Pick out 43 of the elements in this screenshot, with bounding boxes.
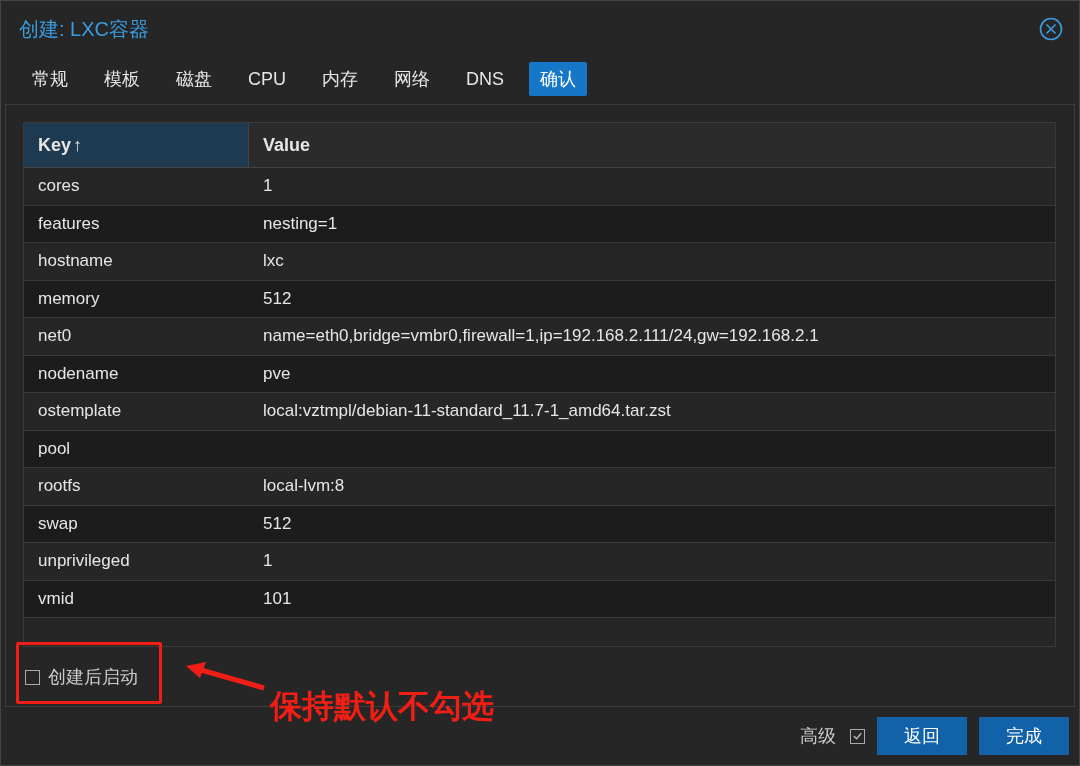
annotation-text: 保持默认不勾选 — [270, 687, 494, 726]
dialog-button[interactable]: 返回 — [877, 717, 967, 755]
tab[interactable]: CPU — [237, 63, 297, 95]
table-cell: local-lvm:8 — [263, 476, 345, 497]
advanced-checkbox[interactable] — [850, 728, 865, 744]
table-cell: 1 — [263, 176, 273, 197]
table-cell: pool — [38, 438, 71, 459]
tab[interactable]: 常规 — [21, 62, 79, 96]
table-cell: memory — [38, 288, 100, 309]
table-cell: 512 — [263, 288, 292, 309]
table-cell: hostname — [38, 251, 113, 272]
table-cell: 1 — [263, 551, 273, 572]
table-cell: name=eth0,bridge=vmbr0,firewall=1,ip=192.168.2.111/24,gw=192.168.2.1 — [263, 326, 819, 347]
table-cell: rootfs — [38, 476, 81, 497]
table-cell: pve — [263, 363, 291, 384]
table-cell: nesting=1 — [263, 213, 338, 234]
table-cell: unprivileged — [38, 551, 130, 572]
tab[interactable]: 模板 — [93, 62, 151, 96]
tab[interactable]: DNS — [455, 63, 516, 95]
table-cell: nodename — [38, 363, 119, 384]
table-cell: vmid — [38, 588, 74, 609]
tab[interactable]: 确认 — [529, 62, 588, 96]
table-cell: 512 — [263, 513, 292, 534]
tab[interactable]: 内存 — [311, 62, 369, 96]
dialog-button[interactable]: 完成 — [979, 717, 1069, 755]
checkbox[interactable] — [25, 669, 40, 685]
close-icon[interactable] — [1039, 17, 1063, 41]
table-cell: net0 — [38, 326, 72, 347]
table-cell: swap — [38, 513, 78, 534]
tab[interactable]: 网络 — [383, 62, 441, 96]
checkbox-label: 创建后启动 — [48, 666, 138, 689]
sort-arrow-icon: ↑ — [73, 134, 83, 156]
table-cell: local:vztmpl/debian-11-standard_11.7-1_amd64.tar.zst — [263, 401, 671, 422]
tab[interactable]: 磁盘 — [165, 62, 223, 96]
table-cell: features — [38, 213, 100, 234]
window-title: 创建: LXC容器 — [19, 16, 150, 42]
table-cell: ostemplate — [38, 401, 122, 422]
table-cell: cores — [38, 176, 80, 197]
column-header[interactable]: Key↑ — [24, 123, 249, 167]
table-cell: 101 — [263, 588, 292, 609]
advanced-label: 高级 — [800, 725, 836, 748]
column-header[interactable]: Value — [249, 123, 1055, 167]
table-cell: lxc — [263, 251, 284, 272]
